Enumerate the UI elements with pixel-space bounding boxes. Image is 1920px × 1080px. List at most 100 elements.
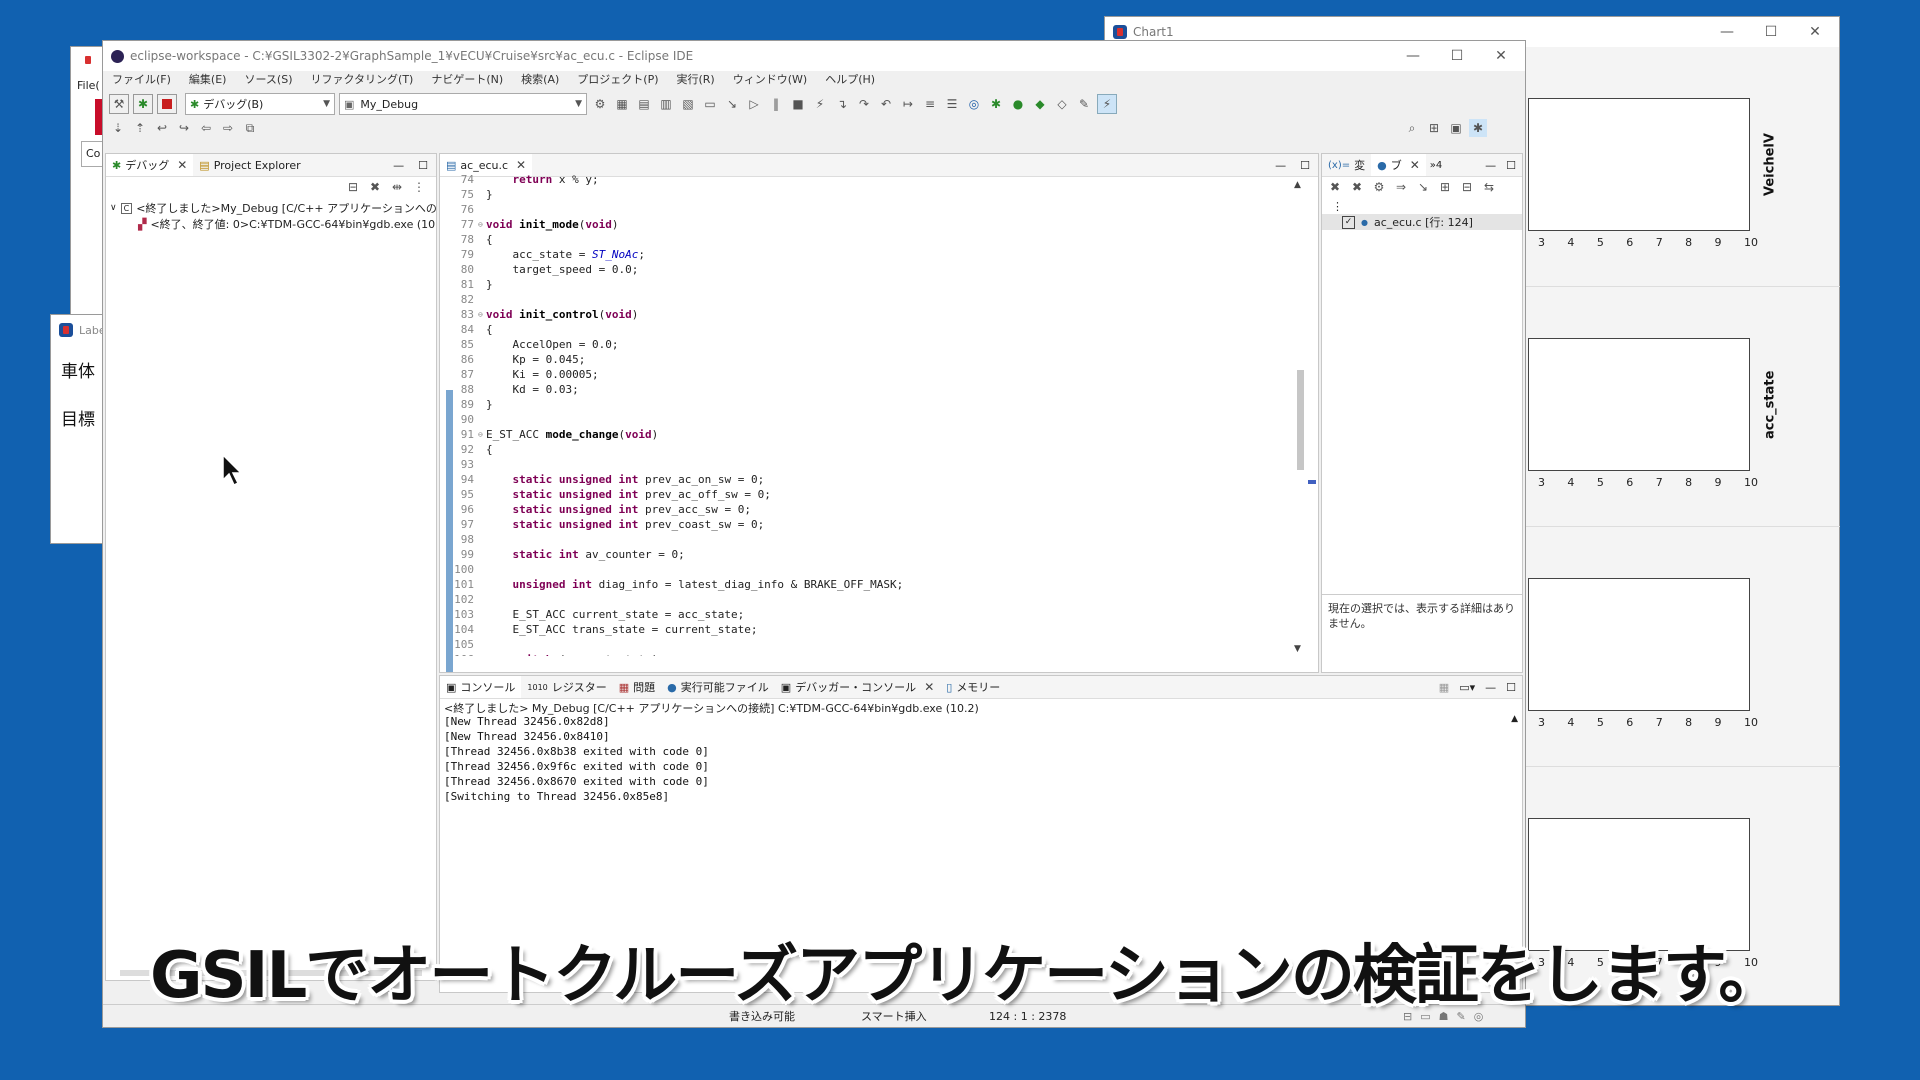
new-icon[interactable]: ▦ xyxy=(613,95,631,113)
tab-problems[interactable]: ▦ 問題 xyxy=(613,676,661,698)
code-area[interactable]: 74 return x % y; 75} 76 77 ⊖ void init_mode(v… xyxy=(440,172,1290,656)
fold-icon[interactable] xyxy=(478,397,486,412)
prev-annotation-icon[interactable]: ⇡ xyxy=(131,119,149,137)
external-tools-icon[interactable]: ◆ xyxy=(1031,95,1049,113)
code-line[interactable]: 97 static unsigned int prev_coast_sw = 0… xyxy=(440,517,1290,532)
collapse-all-icon[interactable]: ⊟ xyxy=(344,178,362,196)
menu-project[interactable]: プロジェクト(P) xyxy=(577,71,658,87)
tab-memory[interactable]: ▯ メモリー xyxy=(940,676,1006,698)
tab-console[interactable]: ▣ コンソール xyxy=(440,676,522,698)
code-line[interactable]: 77 ⊖ void init_mode(void) xyxy=(440,217,1290,232)
code-line[interactable]: 80 target_speed = 0.0; xyxy=(440,262,1290,277)
minimize-button[interactable]: — xyxy=(1705,17,1749,47)
run-icon[interactable]: ● xyxy=(1009,95,1027,113)
code-line[interactable]: 89} xyxy=(440,397,1290,412)
scroll-up-icon[interactable]: ▲ xyxy=(1511,714,1518,724)
menu-edit[interactable]: 編集(E) xyxy=(189,71,227,87)
code-line[interactable]: 93 xyxy=(440,457,1290,472)
undo-icon[interactable]: ↩ xyxy=(153,119,171,137)
terminate-icon[interactable] xyxy=(157,94,177,114)
save-icon[interactable]: ▤ xyxy=(635,95,653,113)
remove-breakpoint-icon[interactable]: ✖ xyxy=(1326,178,1344,196)
c-perspective-icon[interactable]: ▣ xyxy=(1447,119,1465,137)
debug-run-icon[interactable]: ✱ xyxy=(987,95,1005,113)
menu-help[interactable]: ヘルプ(H) xyxy=(825,71,875,87)
step-into-icon[interactable]: ↴ xyxy=(833,95,851,113)
code-line[interactable]: 81} xyxy=(440,277,1290,292)
fold-icon[interactable] xyxy=(478,547,486,562)
minimize-view-icon[interactable]: — xyxy=(1485,159,1496,172)
forward-icon[interactable]: ⇨ xyxy=(219,119,237,137)
code-line[interactable]: 78 { xyxy=(440,232,1290,247)
resume-icon[interactable]: ▷ xyxy=(745,95,763,113)
clear-console-icon[interactable]: ▦ xyxy=(1439,681,1449,694)
code-line[interactable]: 90 xyxy=(440,412,1290,427)
code-line[interactable]: 103 E_ST_ACC current_state = acc_state; xyxy=(440,607,1290,622)
code-line[interactable]: 104 E_ST_ACC trans_state = current_state… xyxy=(440,622,1290,637)
code-line[interactable]: 96 static unsigned int prev_acc_sw = 0; xyxy=(440,502,1290,517)
close-icon[interactable]: ✕ xyxy=(1410,158,1420,172)
tab-variables[interactable]: (x)= 変 xyxy=(1322,154,1371,176)
fold-icon[interactable] xyxy=(478,577,486,592)
code-line[interactable]: 99 static int av_counter = 0; xyxy=(440,547,1290,562)
fold-icon[interactable] xyxy=(478,337,486,352)
list-icon[interactable]: ☰ xyxy=(943,95,961,113)
fold-icon[interactable] xyxy=(478,292,486,307)
fold-icon[interactable] xyxy=(478,262,486,277)
close-button[interactable]: ✕ xyxy=(1479,41,1523,71)
maximize-view-icon[interactable]: ☐ xyxy=(1300,159,1310,172)
minimize-view-icon[interactable]: — xyxy=(1485,681,1496,694)
code-line[interactable]: 83 ⊖ void init_control(void) xyxy=(440,307,1290,322)
launch-config-combo[interactable]: ▣ My_Debug ▼ xyxy=(339,93,587,115)
code-line[interactable]: 82 xyxy=(440,292,1290,307)
code-line[interactable]: 86 Kp = 0.045; xyxy=(440,352,1290,367)
disconnect-icon[interactable]: ⚡ xyxy=(811,95,829,113)
tab-registers[interactable]: 1010 レジスター xyxy=(521,676,612,698)
stop-icon[interactable]: ■ xyxy=(789,95,807,113)
fold-icon[interactable]: ⊖ xyxy=(478,427,486,442)
monitor-icon[interactable]: ▭ xyxy=(701,95,719,113)
code-line[interactable]: 85 AccelOpen = 0.0; xyxy=(440,337,1290,352)
maximize-view-icon[interactable]: ☐ xyxy=(1506,159,1516,172)
menu-source[interactable]: ソース(S) xyxy=(244,71,292,87)
vertical-scrollbar[interactable]: ▲ ▼ xyxy=(1294,180,1306,654)
code-line[interactable]: 76 xyxy=(440,202,1290,217)
code-line[interactable]: 105 xyxy=(440,637,1290,652)
tab-debug[interactable]: ✱ デバッグ ✕ xyxy=(106,154,194,176)
fold-icon[interactable] xyxy=(478,532,486,547)
code-line[interactable]: 79 acc_state = ST_NoAc; xyxy=(440,247,1290,262)
fold-icon[interactable]: ⊖ xyxy=(478,307,486,322)
close-icon[interactable]: ✕ xyxy=(516,158,526,172)
fold-icon[interactable] xyxy=(478,622,486,637)
breakpoint-item[interactable]: ✓ ● ac_ecu.c [行: 124] xyxy=(1322,214,1522,230)
tab-breakpoints[interactable]: ● ブ ✕ xyxy=(1371,154,1426,176)
code-line[interactable]: 95 static unsigned int prev_ac_off_sw = … xyxy=(440,487,1290,502)
code-line[interactable]: 84 { xyxy=(440,322,1290,337)
menu-navigate[interactable]: ナビゲート(N) xyxy=(431,71,503,87)
code-line[interactable]: 87 Ki = 0.00005; xyxy=(440,367,1290,382)
maximize-button[interactable]: ☐ xyxy=(1749,17,1793,47)
scrollbar-thumb[interactable] xyxy=(1297,370,1304,470)
show-supported-icon[interactable]: ⚙ xyxy=(1370,178,1388,196)
skip-breakpoints-icon[interactable]: ↘ xyxy=(723,95,741,113)
view-menu-icon[interactable]: ⋮ xyxy=(410,178,428,196)
link-icon[interactable]: ⇹ xyxy=(388,178,406,196)
fold-icon[interactable] xyxy=(478,187,486,202)
code-line[interactable]: 94 static unsigned int prev_ac_on_sw = 0… xyxy=(440,472,1290,487)
code-line[interactable]: 102 xyxy=(440,592,1290,607)
code-line[interactable]: 92 { xyxy=(440,442,1290,457)
display-console-icon[interactable]: ▭▾ xyxy=(1459,681,1475,694)
debug-perspective-icon[interactable]: ✱ xyxy=(1469,119,1487,137)
menu-refactor[interactable]: リファクタリング(T) xyxy=(310,71,413,87)
save-all-icon[interactable]: ▥ xyxy=(657,95,675,113)
fold-icon[interactable] xyxy=(478,322,486,337)
back-icon[interactable]: ⇦ xyxy=(197,119,215,137)
fold-icon[interactable] xyxy=(478,202,486,217)
code-line[interactable]: 101 unsigned int diag_info = latest_diag… xyxy=(440,577,1290,592)
tree-item-launch[interactable]: ∨ C <終了しました>My_Debug [C/C++ アプリケーションへの接続… xyxy=(110,200,436,216)
menu-window[interactable]: ウィンドウ(W) xyxy=(733,71,807,87)
fold-icon[interactable] xyxy=(478,172,486,187)
close-icon[interactable]: ✕ xyxy=(924,680,934,694)
pin-icon[interactable]: ⧉ xyxy=(241,119,259,137)
expand-all-icon[interactable]: ⊞ xyxy=(1436,178,1454,196)
